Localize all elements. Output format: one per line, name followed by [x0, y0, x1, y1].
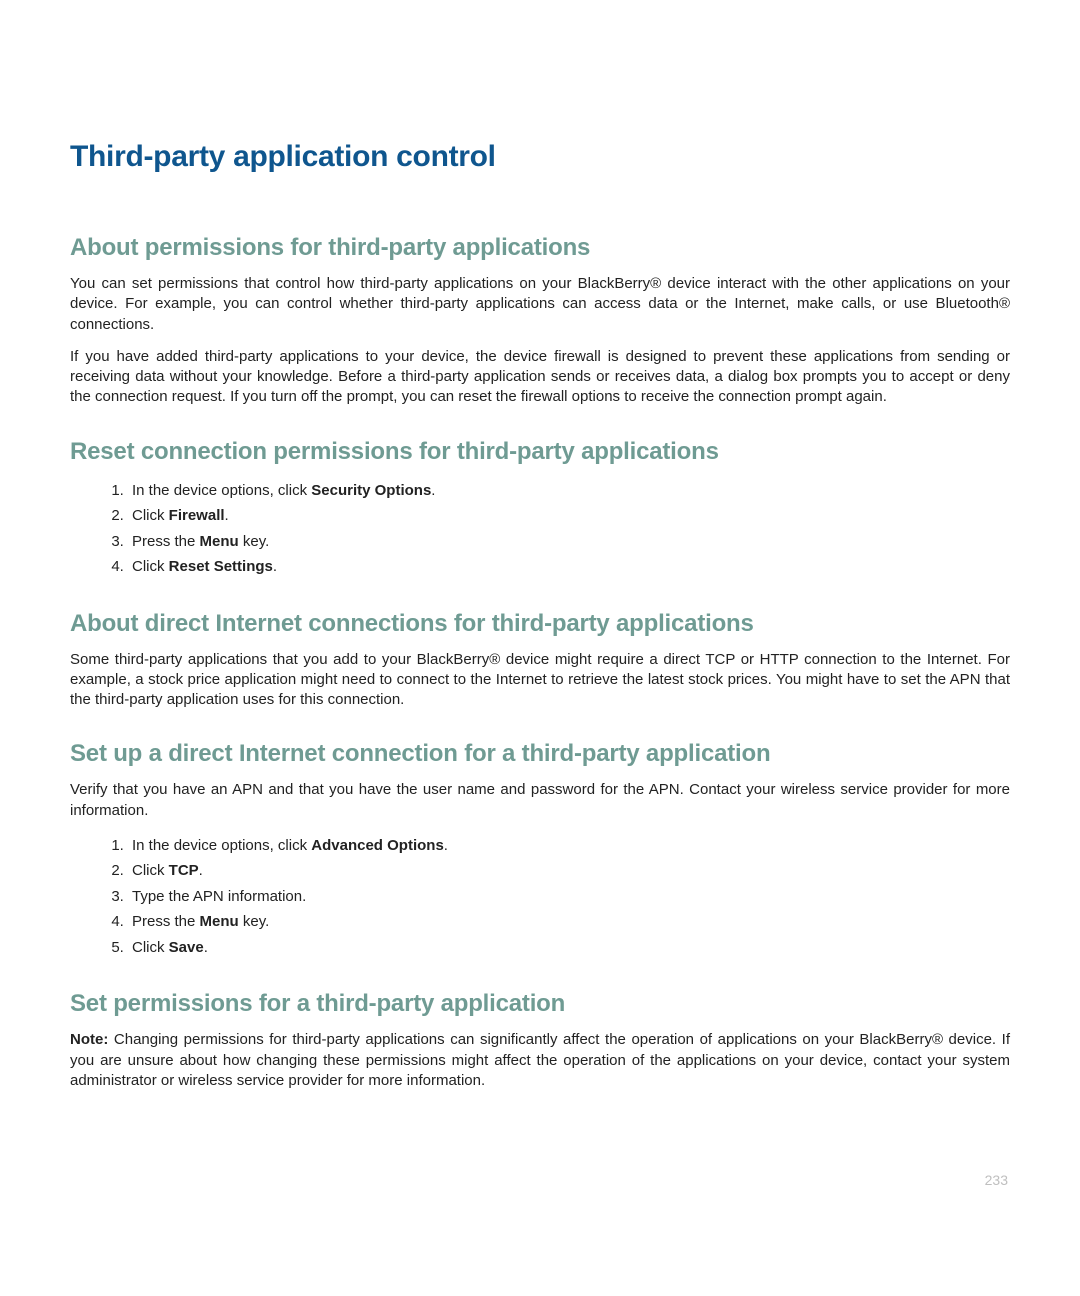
list-item: Click Save. — [128, 935, 1010, 961]
heading-about-permissions: About permissions for third-party applic… — [70, 234, 1010, 262]
step-text: Click — [132, 862, 169, 879]
heading-reset-connection: Reset connection permissions for third-p… — [70, 438, 1010, 466]
document-page: Third-party application control About pe… — [0, 0, 1080, 1296]
step-text: . — [225, 507, 229, 524]
list-item: In the device options, click Advanced Op… — [128, 833, 1010, 859]
step-text: . — [444, 837, 448, 854]
heading-setup-direct-internet: Set up a direct Internet connection for … — [70, 740, 1010, 768]
heading-about-direct-internet: About direct Internet connections for th… — [70, 610, 1010, 638]
note-text: Changing permissions for third-party app… — [70, 1031, 1010, 1089]
step-text: Press the — [132, 533, 200, 550]
step-text: In the device options, click — [132, 482, 311, 499]
step-bold: Menu — [200, 533, 239, 550]
step-bold: Security Options — [311, 482, 431, 499]
step-list-reset: In the device options, click Security Op… — [70, 478, 1010, 580]
heading-set-permissions: Set permissions for a third-party applic… — [70, 990, 1010, 1018]
step-bold: Firewall — [169, 507, 225, 524]
step-bold: Reset Settings — [169, 558, 273, 575]
step-text: In the device options, click — [132, 837, 311, 854]
step-text: Click — [132, 939, 169, 956]
step-bold: Save — [169, 939, 204, 956]
step-bold: Advanced Options — [311, 837, 444, 854]
list-item: Type the APN information. — [128, 884, 1010, 910]
list-item: Click Reset Settings. — [128, 554, 1010, 580]
list-item: Press the Menu key. — [128, 529, 1010, 555]
step-text: . — [204, 939, 208, 956]
step-text: Type the APN information. — [132, 888, 306, 905]
step-bold: Menu — [200, 913, 239, 930]
step-bold: TCP — [169, 862, 199, 879]
step-text: key. — [239, 533, 270, 550]
paragraph-text: You can set permissions that control how… — [70, 274, 1010, 335]
page-title: Third-party application control — [70, 140, 1010, 174]
paragraph-text: If you have added third-party applicatio… — [70, 347, 1010, 408]
list-item: Click Firewall. — [128, 503, 1010, 529]
step-text: . — [431, 482, 435, 499]
page-number: 233 — [985, 1172, 1008, 1188]
paragraph-text: Verify that you have an APN and that you… — [70, 780, 1010, 821]
list-item: In the device options, click Security Op… — [128, 478, 1010, 504]
step-list-setup: In the device options, click Advanced Op… — [70, 833, 1010, 961]
note-paragraph: Note: Changing permissions for third-par… — [70, 1030, 1010, 1091]
step-text: Press the — [132, 913, 200, 930]
step-text: key. — [239, 913, 270, 930]
step-text: . — [273, 558, 277, 575]
paragraph-text: Some third-party applications that you a… — [70, 650, 1010, 711]
list-item: Press the Menu key. — [128, 909, 1010, 935]
list-item: Click TCP. — [128, 858, 1010, 884]
step-text: Click — [132, 558, 169, 575]
step-text: Click — [132, 507, 169, 524]
step-text: . — [199, 862, 203, 879]
note-label: Note: — [70, 1031, 108, 1048]
